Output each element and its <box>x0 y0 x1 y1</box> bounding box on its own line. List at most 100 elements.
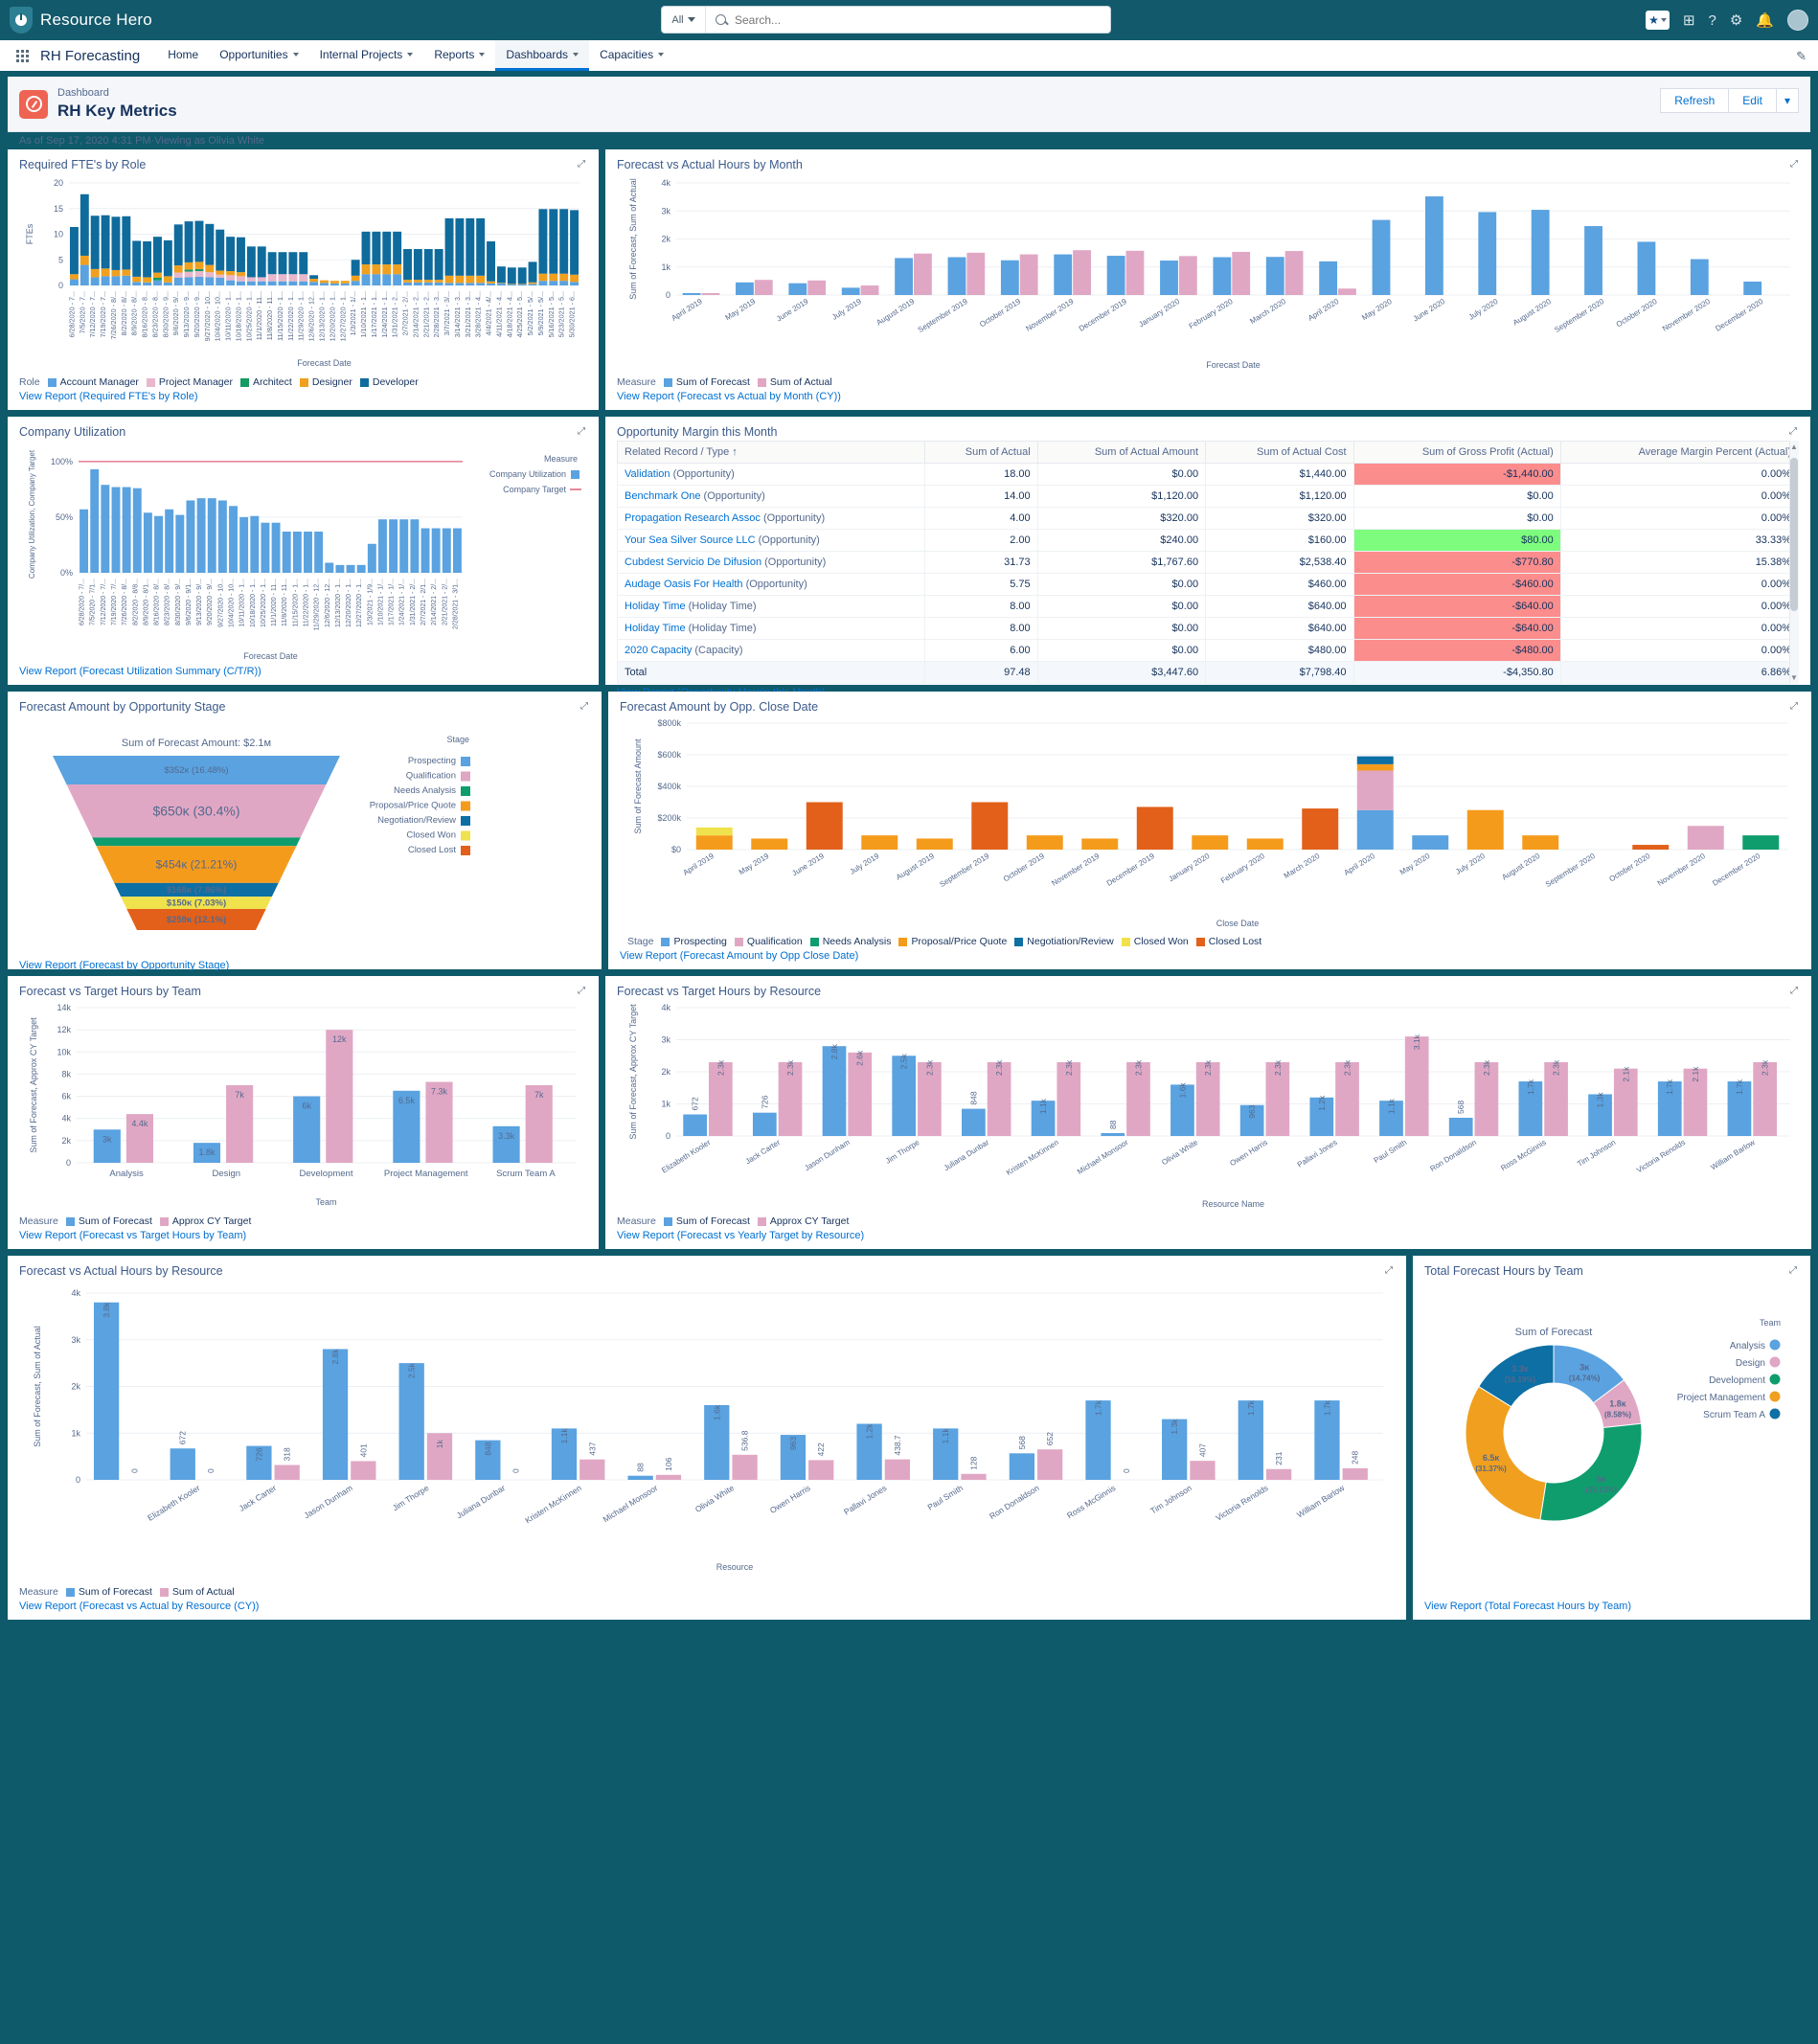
search-scope-selector[interactable]: All <box>662 7 706 33</box>
chart-required-fte[interactable]: 0 5 10 15 20 FTEs 6/28/2020 - 7... 7/5/2020 - 7… <box>19 173 587 375</box>
view-report-link[interactable]: View Report (Forecast vs Target Hours by… <box>19 1230 587 1241</box>
cell-record[interactable]: Validation (Opportunity) <box>617 463 925 486</box>
search-input[interactable] <box>733 11 1097 28</box>
expand-icon[interactable]: ⤢ <box>580 701 591 712</box>
cell-record[interactable]: 2020 Capacity (Capacity) <box>617 639 925 662</box>
edit-nav-pencil-icon[interactable]: ✎ <box>1796 49 1807 64</box>
record-link[interactable]: Holiday Time <box>625 601 686 612</box>
record-link[interactable]: Audage Oasis For Health <box>625 579 743 590</box>
nav-item-home[interactable]: Home <box>157 40 209 71</box>
legend-item[interactable]: Account Manager <box>47 376 139 388</box>
scroll-down-arrow[interactable]: ▼ <box>1790 673 1798 682</box>
chart-forecast-stage-funnel[interactable]: Sum of Forecast Amount: $2.1ᴍ $352ᴋ (16.4… <box>19 715 590 957</box>
expand-icon[interactable]: ⤢ <box>1385 1265 1396 1276</box>
record-link[interactable]: Propagation Research Assoc <box>625 512 761 524</box>
chart-company-utilization[interactable]: 0% 50% 100% Company Utilization, Company Ta… <box>19 441 587 663</box>
table-header[interactable]: Sum of Actual Cost <box>1205 441 1354 464</box>
expand-icon[interactable]: ⤢ <box>1789 426 1800 437</box>
view-report-link[interactable]: View Report (Forecast vs Actual by Month… <box>617 391 1800 402</box>
cell-record[interactable]: Propagation Research Assoc (Opportunity) <box>617 507 925 530</box>
legend-item[interactable]: Sum of Actual <box>757 376 832 388</box>
legend-item[interactable]: Needs Analysis <box>809 936 891 947</box>
view-report-link[interactable]: View Report (Forecast vs Actual by Resou… <box>19 1601 1395 1612</box>
cell-record[interactable]: Audage Oasis For Health (Opportunity) <box>617 573 925 596</box>
legend-item[interactable]: Developer <box>359 376 419 388</box>
chart-total-team-donut[interactable]: Sum of Forecast 3ᴋ (14.74%) 1.8ᴋ (8.58%) 6ᴋ (2… <box>1424 1280 1799 1598</box>
user-avatar[interactable] <box>1787 10 1808 31</box>
legend-item[interactable]: Architect <box>239 376 292 388</box>
view-report-link[interactable]: View Report (Forecast Utilization Summar… <box>19 666 587 677</box>
more-actions-button[interactable]: ▾ <box>1776 88 1799 113</box>
scrollbar-thumb[interactable] <box>1790 458 1798 611</box>
table-row[interactable]: Benchmark One (Opportunity) 14.00 $1,120… <box>617 485 1800 508</box>
app-launcher-grid-icon[interactable]: ⊞ <box>1683 13 1695 28</box>
record-link[interactable]: Your Sea Silver Source LLC <box>625 534 756 546</box>
table-row[interactable]: Propagation Research Assoc (Opportunity)… <box>617 507 1800 530</box>
nav-item-internal-projects[interactable]: Internal Projects <box>309 40 424 71</box>
global-search[interactable]: All <box>661 6 1111 34</box>
nav-item-dashboards[interactable]: Dashboards <box>495 40 590 71</box>
legend-item[interactable]: Project Manager <box>146 376 233 388</box>
legend-item[interactable]: Proposal/Price Quote <box>898 936 1007 947</box>
chart-forecast-actual-month[interactable]: 0 1k 2k 3k 4k Sum of Forecast, Sum of Actual A… <box>617 173 1800 375</box>
notifications-bell-icon[interactable]: 🔔 <box>1756 13 1774 28</box>
table-header[interactable]: Sum of Actual <box>923 441 1038 464</box>
legend-item[interactable]: Closed Won <box>1121 936 1189 947</box>
favorites-button[interactable]: ★ <box>1646 11 1670 30</box>
cell-record[interactable]: Cubdest Servicio De Difusion (Opportunit… <box>617 551 925 574</box>
legend-item[interactable]: Qualification <box>734 936 803 947</box>
chart-actual-resource[interactable]: 0 1k 2k 3k 4k Sum of Forecast, Sum of Actual 3… <box>19 1280 1395 1584</box>
view-report-link[interactable]: View Report (Forecast by Opportunity Sta… <box>19 960 590 971</box>
chart-forecast-close-date[interactable]: $0 $200k $400k $600k $800k Sum of Forecast Am… <box>620 715 1800 934</box>
chart-target-resource[interactable]: 0 1k 2k 3k 4k Sum of Forecast, Approx CY Targ… <box>617 1000 1800 1214</box>
table-row[interactable]: Holiday Time (Holiday Time) 8.00 $0.00 $… <box>617 617 1800 640</box>
edit-button[interactable]: Edit <box>1729 88 1777 113</box>
legend-item[interactable]: Sum of Forecast <box>65 1586 152 1598</box>
nav-item-reports[interactable]: Reports <box>423 40 495 71</box>
opportunity-margin-table[interactable]: Related Record / Type ↑ Sum of Actual Sum … <box>617 441 1800 684</box>
record-link[interactable]: Cubdest Servicio De Difusion <box>625 556 761 568</box>
legend-item[interactable]: Sum of Actual <box>159 1586 235 1598</box>
chart-target-team[interactable]: 0 2k 4k 6k 8k 10k 12k 14k Sum of Forecast, Appro… <box>19 1000 587 1214</box>
table-header[interactable]: Sum of Actual Amount <box>1036 441 1207 464</box>
cell-record[interactable]: Benchmark One (Opportunity) <box>617 485 925 508</box>
setup-gear-icon[interactable]: ⚙ <box>1730 13 1742 28</box>
table-row[interactable]: Your Sea Silver Source LLC (Opportunity)… <box>617 529 1800 552</box>
legend-item[interactable]: Prospecting <box>661 936 727 947</box>
table-header[interactable]: Average Margin Percent (Actual) <box>1559 441 1800 464</box>
help-icon[interactable]: ? <box>1709 13 1716 28</box>
cell-record[interactable]: Holiday Time (Holiday Time) <box>617 617 925 640</box>
legend-item[interactable]: Approx CY Target <box>159 1215 251 1227</box>
table-header[interactable]: Related Record / Type ↑ <box>617 441 925 464</box>
table-row[interactable]: Cubdest Servicio De Difusion (Opportunit… <box>617 551 1800 574</box>
legend-item[interactable]: Designer <box>299 376 352 388</box>
cell-record[interactable]: Your Sea Silver Source LLC (Opportunity) <box>617 529 925 552</box>
table-row[interactable]: Holiday Time (Holiday Time) 8.00 $0.00 $… <box>617 595 1800 618</box>
expand-icon[interactable]: ⤢ <box>578 986 588 996</box>
app-launcher-button[interactable] <box>10 40 34 71</box>
table-row[interactable]: Audage Oasis For Health (Opportunity) 5.… <box>617 573 1800 596</box>
record-link[interactable]: Holiday Time <box>625 623 686 634</box>
record-link[interactable]: 2020 Capacity <box>625 645 692 656</box>
scroll-up-arrow[interactable]: ▲ <box>1790 443 1798 451</box>
expand-icon[interactable]: ⤢ <box>578 426 588 437</box>
expand-icon[interactable]: ⤢ <box>578 159 588 170</box>
expand-icon[interactable]: ⤢ <box>1790 986 1801 996</box>
brand-logo-area[interactable]: Resource Hero <box>10 7 152 34</box>
view-report-link[interactable]: View Report (Required FTE's by Role) <box>19 391 587 402</box>
view-report-link[interactable]: View Report (Forecast Amount by Opp Clos… <box>620 950 1800 962</box>
table-row[interactable]: 2020 Capacity (Capacity) 6.00 $0.00 $480… <box>617 639 1800 662</box>
legend-item[interactable]: Sum of Forecast <box>65 1215 152 1227</box>
view-report-link[interactable]: View Report (Forecast vs Yearly Target b… <box>617 1230 1800 1241</box>
legend-item[interactable]: Negotiation/Review <box>1014 936 1114 947</box>
nav-item-opportunities[interactable]: Opportunities <box>209 40 308 71</box>
record-link[interactable]: Benchmark One <box>625 490 700 502</box>
table-row[interactable]: Validation (Opportunity) 18.00 $0.00 $1,… <box>617 463 1800 486</box>
table-header[interactable]: Sum of Gross Profit (Actual) <box>1352 441 1561 464</box>
nav-item-capacities[interactable]: Capacities <box>589 40 674 71</box>
view-report-link[interactable]: View Report (Total Forecast Hours by Tea… <box>1424 1601 1799 1612</box>
table-scrollbar[interactable]: ▲ ▼ <box>1789 441 1799 684</box>
expand-icon[interactable]: ⤢ <box>1789 1265 1800 1276</box>
legend-item[interactable]: Sum of Forecast <box>663 1215 750 1227</box>
legend-item[interactable]: Approx CY Target <box>757 1215 849 1227</box>
